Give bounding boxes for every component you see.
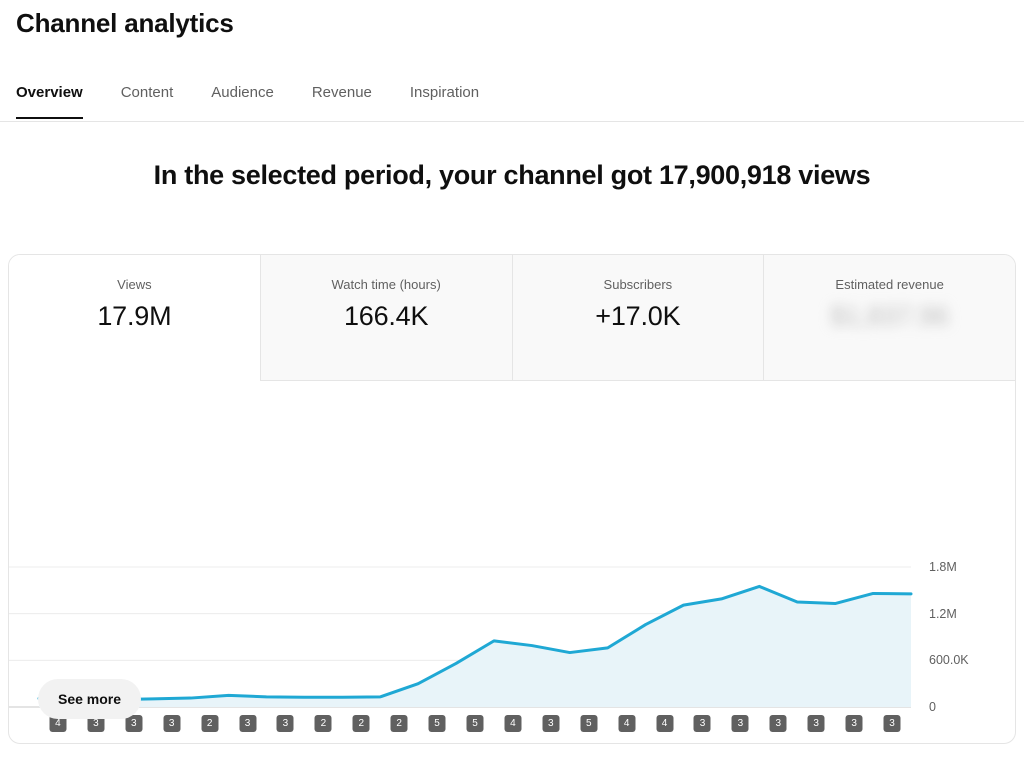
views-chart: 1.8M1.2M600.0K0 43332332225543544333333 … (9, 381, 1015, 744)
x-axis-tick: Aug 4, 2024 (157, 743, 224, 744)
metric-card-watch-time-hours[interactable]: Watch time (hours) 166.4K (261, 255, 513, 381)
metric-label: Subscribers (513, 277, 764, 293)
see-more-button[interactable]: See more (38, 679, 141, 719)
metric-card-views[interactable]: Views 17.9M (9, 255, 261, 381)
tab-inspiration[interactable]: Inspiration (410, 75, 479, 119)
tab-bar: Overview Content Audience Revenue Inspiratio… (0, 75, 1024, 122)
tab-audience[interactable]: Audience (211, 75, 274, 119)
headline-summary: In the selected period, your channel got… (0, 160, 1024, 191)
tab-content[interactable]: Content (121, 75, 174, 119)
metric-value: +17.0K (513, 299, 764, 333)
metric-value: 17.9M (9, 299, 260, 333)
tab-list: Overview Content Audience Revenue Inspiratio… (16, 75, 517, 119)
metric-label: Views (9, 277, 260, 293)
x-axis-tick: Aug 23, 2... (841, 743, 905, 744)
metric-card-estimated-revenue[interactable]: Estimated revenue $1,837.96 (764, 255, 1015, 381)
overview-card: Views 17.9MWatch time (hours) 166.4KSubscr… (8, 254, 1016, 744)
tab-revenue[interactable]: Revenue (312, 75, 372, 119)
page-title: Channel analytics (16, 8, 234, 39)
channel-analytics-page: Channel analytics Overview Content Audienc… (0, 0, 1024, 761)
x-axis-tick: Aug 8, 2024 (309, 743, 376, 744)
x-axis-tick: Aug 15, 2024 (571, 743, 645, 744)
tab-overview[interactable]: Overview (16, 75, 83, 119)
x-axis-labels: Jul 31, 2... Aug 4, 2024 Aug 8, 2024 Aug 12… (9, 381, 1015, 744)
metric-card-subscribers[interactable]: Subscribers +17.0K (513, 255, 765, 381)
metric-value: 166.4K (261, 299, 512, 333)
x-axis-tick: Jul 31, 2... (48, 743, 106, 744)
metric-label: Estimated revenue (764, 277, 1015, 293)
metric-value-redacted: $1,837.96 (764, 299, 1015, 333)
metric-tiles: Views 17.9MWatch time (hours) 166.4KSubscr… (9, 255, 1015, 381)
metric-label: Watch time (hours) (261, 277, 512, 293)
x-axis-tick: Aug 19, 2024 (722, 743, 796, 744)
x-axis-tick: Aug 12, 2024 (457, 743, 531, 744)
